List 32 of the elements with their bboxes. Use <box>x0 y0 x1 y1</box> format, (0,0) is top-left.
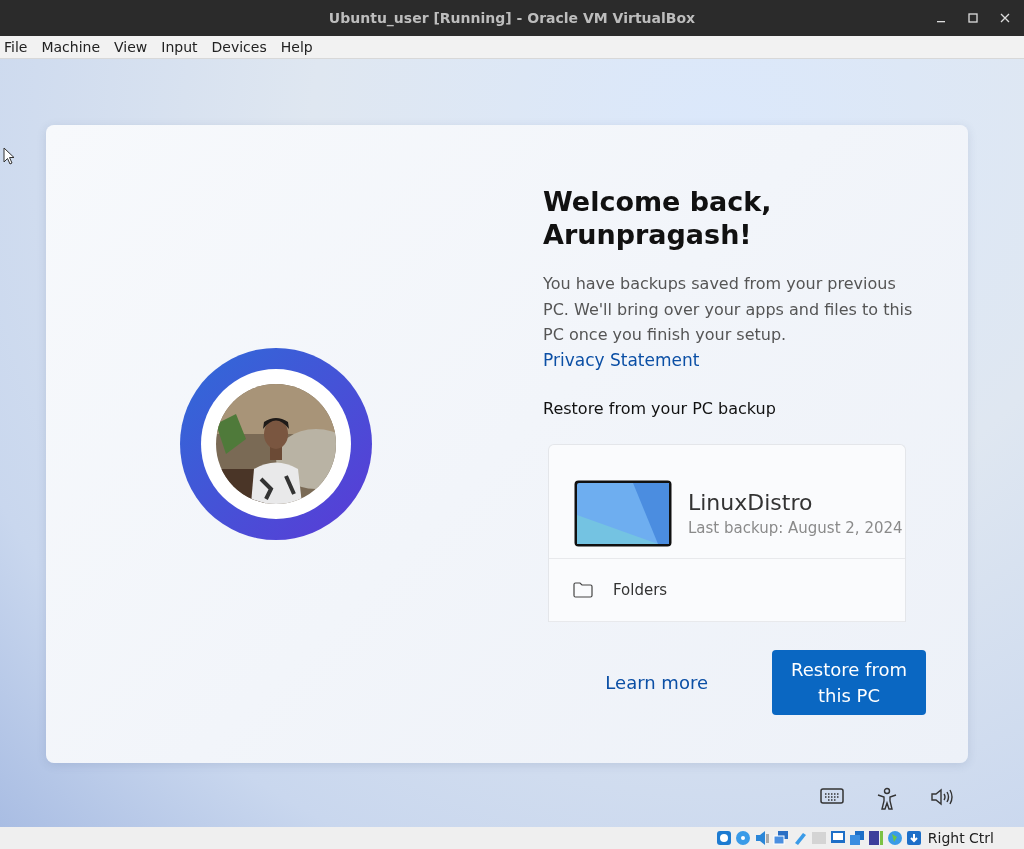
backup-description: You have backups saved from your previous PC. We'll bring over your apps and files to this PC once you finish your setup. Privacy Statement <box>543 273 914 372</box>
audio-icon[interactable] <box>753 830 770 846</box>
download-icon[interactable] <box>905 830 922 846</box>
device-icon <box>573 479 673 549</box>
accessibility-icon[interactable] <box>876 787 898 811</box>
menu-item[interactable]: Input <box>161 39 198 55</box>
learn-more-link[interactable]: Learn more <box>605 672 708 693</box>
capture-icon[interactable] <box>848 830 865 846</box>
network-icon[interactable] <box>772 830 789 846</box>
privacy-link[interactable]: Privacy Statement <box>543 349 700 370</box>
welcome-heading: Welcome back, Arunpragash! <box>543 185 773 251</box>
backup-item: Folders <box>613 581 668 600</box>
pointer-icon <box>3 147 15 165</box>
menu-item[interactable]: View <box>114 39 148 55</box>
menu-item[interactable]: Devices <box>211 39 267 55</box>
display-icon[interactable] <box>829 830 846 846</box>
keyboard-icon[interactable] <box>820 787 844 805</box>
maximize-icon[interactable] <box>968 13 978 23</box>
optical-disc-icon[interactable] <box>734 830 751 846</box>
host-key-label: Right Ctrl <box>927 830 994 846</box>
restore-button[interactable]: Restore from this PC <box>772 650 926 715</box>
section-heading: Restore from your PC backup <box>543 399 777 418</box>
folder-icon <box>573 582 593 599</box>
close-icon[interactable] <box>1000 13 1010 23</box>
device-name: LinuxDistro <box>688 490 814 516</box>
window-title: Ubuntu_user [Running] - Oracle VM VirtualBox <box>328 10 696 26</box>
menu-item[interactable]: File <box>4 39 28 55</box>
backup-card[interactable]: LinuxDistro Last backup: August 2, 2024 Folders <box>548 444 906 622</box>
backup-date: Last backup: August 2, 2024 <box>688 519 903 538</box>
volume-icon[interactable] <box>930 787 954 807</box>
menu-item[interactable]: Help <box>280 39 313 55</box>
menu-item[interactable]: Machine <box>41 39 101 55</box>
